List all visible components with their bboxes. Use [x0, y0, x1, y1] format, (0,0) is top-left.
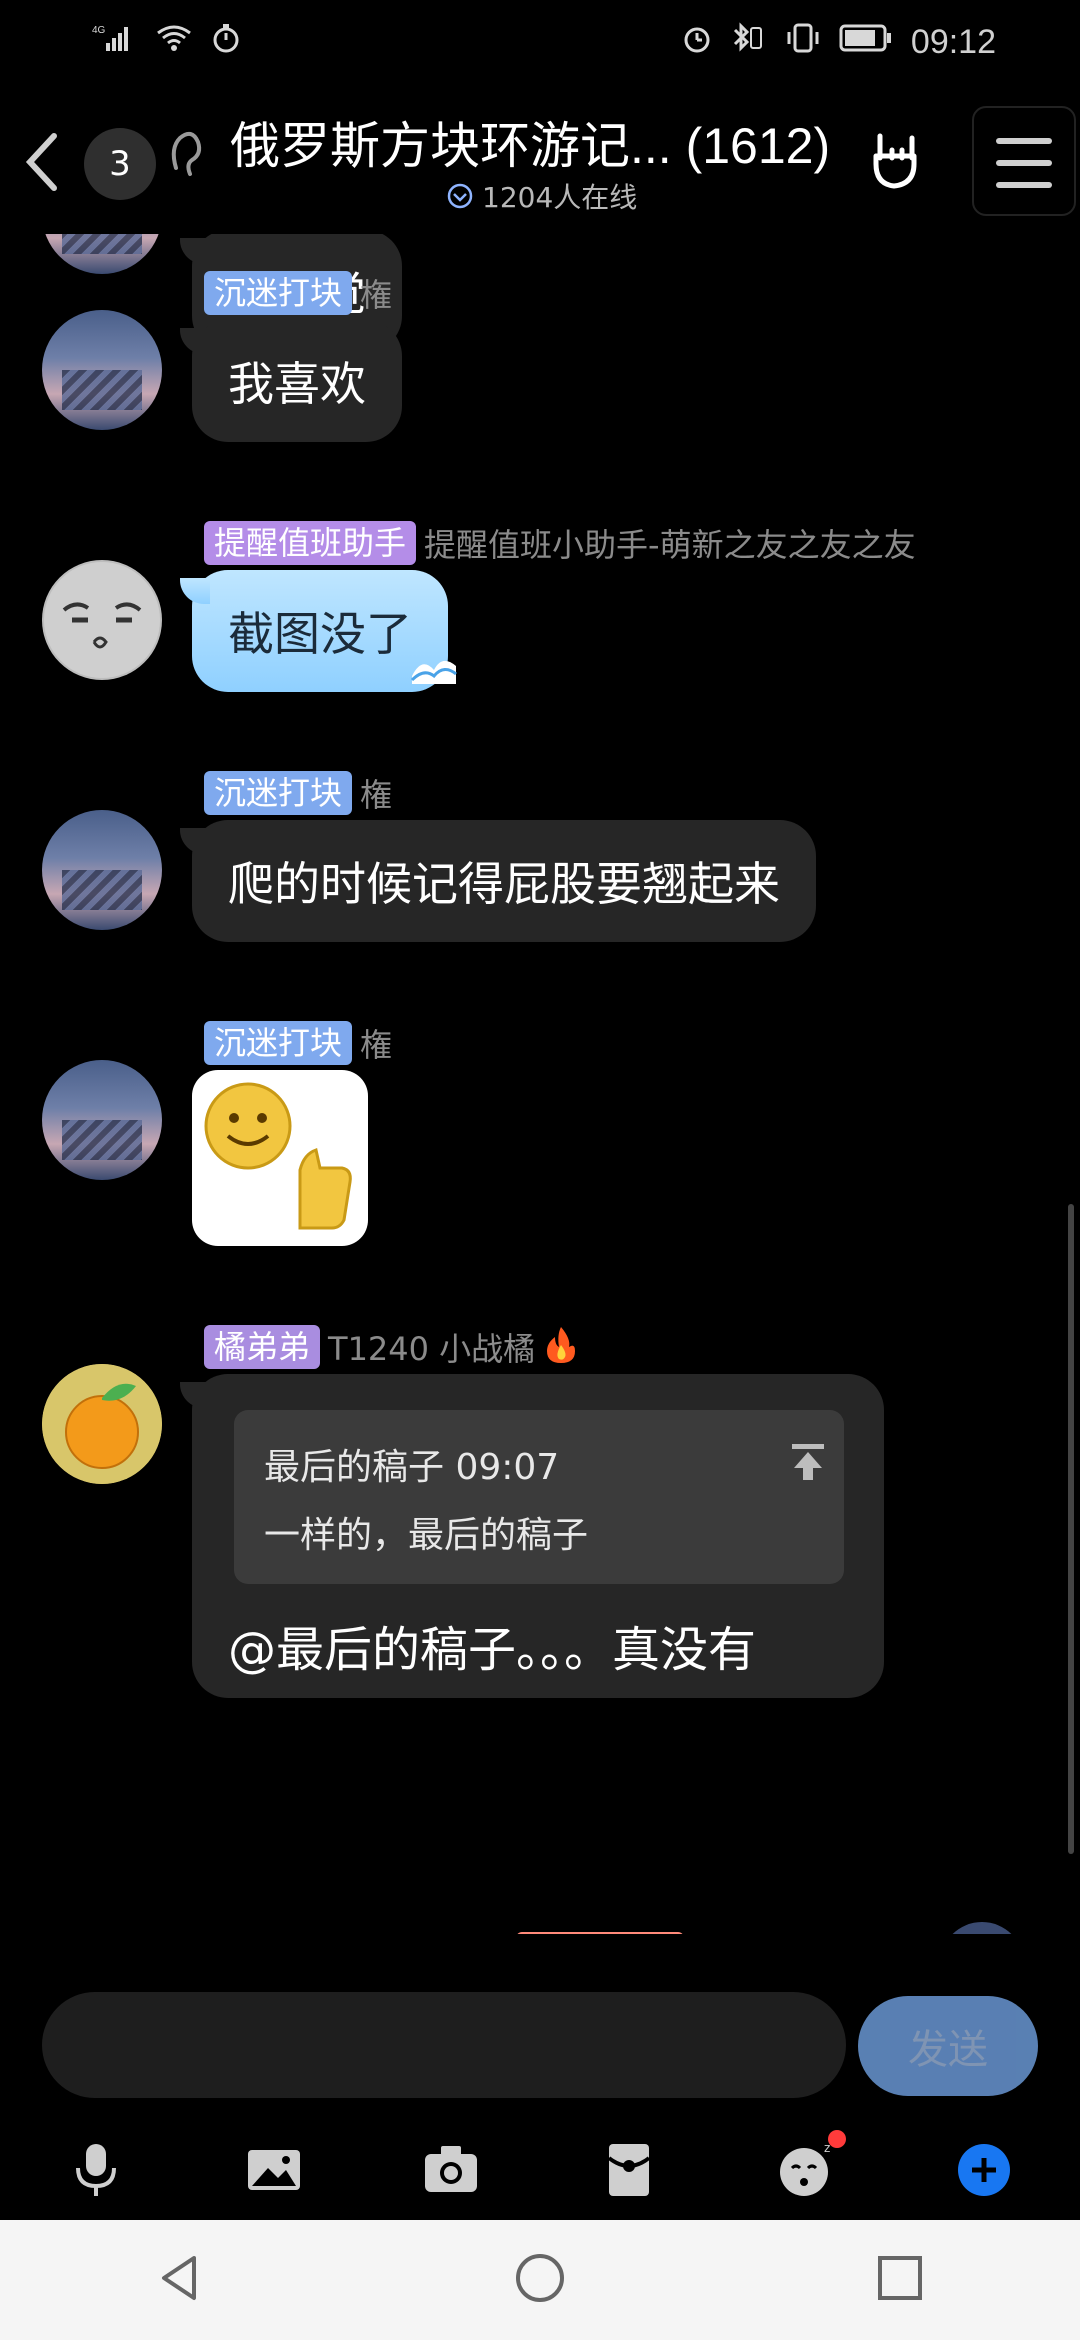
wave-decoration-icon [410, 660, 457, 684]
red-packet-icon[interactable] [597, 2138, 661, 2202]
quote-reply-bubble[interactable]: 最后的稿子 09:07 一样的，最后的稿子 @最后的稿子。。。真没有 [180, 1374, 884, 1698]
message-bubble[interactable]: 我喜欢 [180, 320, 402, 442]
sticker-image[interactable] [192, 1070, 368, 1246]
sender-name[interactable]: 提醒值班小助手-萌新之友之友之友 [424, 520, 916, 566]
nav-recents-button[interactable] [870, 2248, 930, 2312]
menu-button[interactable] [972, 106, 1076, 216]
member-tag: 橘弟弟 [204, 1325, 321, 1369]
timer-icon [212, 23, 240, 61]
scrollbar[interactable] [1068, 1204, 1074, 1854]
triangle-back-icon [162, 2256, 196, 2300]
circle-home-icon [516, 2254, 564, 2302]
send-button[interactable]: 发送 [858, 1996, 1038, 2096]
message-meta: 橘弟弟 T1240 小战橘 [204, 1324, 579, 1370]
message-meta: 提醒值班助手 提醒值班小助手-萌新之友之友之友 [204, 520, 916, 566]
avatar[interactable] [42, 1060, 162, 1180]
menu-icon [996, 138, 1052, 144]
signal-icon: 4G [92, 23, 136, 61]
network-label: 4G [92, 25, 106, 36]
image-icon[interactable] [242, 2138, 306, 2202]
thumbs-up-smiley-sticker [204, 1082, 352, 1230]
member-tag: 沉迷打块 [204, 271, 353, 315]
composer-toolbar: z [0, 2120, 1080, 2220]
sender-name[interactable]: 権 [360, 770, 392, 816]
camera-icon[interactable] [419, 2138, 483, 2202]
rock-hand-icon[interactable] [862, 128, 926, 192]
member-tag: 沉迷打块 [204, 1021, 353, 1065]
message-meta: 沉迷打块 権 [204, 270, 392, 316]
message-meta: 沉迷打块 権 [204, 1020, 392, 1066]
wifi-icon [154, 23, 194, 61]
notification-dot [828, 2130, 847, 2148]
member-tag: 提醒值班助手 [204, 521, 417, 565]
fire-icon [543, 1325, 579, 1369]
message-text: 截图没了 [228, 607, 412, 661]
message-input[interactable] [42, 1992, 846, 2098]
orange-avatar-image [42, 1364, 162, 1484]
chat-header: 3 俄罗斯方块环游记... (1612) 1204人在线 [0, 84, 1080, 234]
quoted-text: 一样的，最后的稿子 [264, 1515, 589, 1556]
nav-home-button[interactable] [510, 2248, 570, 2312]
message-list[interactable]: 很自觉 沉迷打块 権 我喜欢 提醒值班助手 提醒值班小助手-萌新之友之友之友 [0, 234, 1080, 1934]
bluetooth-icon [731, 22, 767, 62]
emoji-icon[interactable]: z [774, 2130, 847, 2202]
sender-name[interactable]: 権 [360, 270, 392, 316]
online-status: 1204人在线 [446, 176, 637, 216]
ear-icon[interactable] [166, 124, 206, 184]
message-bubble[interactable]: 爬的时候记得屁股要翘起来 [180, 820, 816, 942]
avatar[interactable] [940, 1922, 1024, 1934]
group-title[interactable]: 俄罗斯方块环游记... (1612) [230, 106, 830, 178]
avatar[interactable] [42, 234, 162, 274]
reply-text: @最后的稿子。。。真没有 [228, 1622, 757, 1678]
nav-back-button[interactable] [150, 2248, 210, 2312]
partial-message-row [0, 1916, 1080, 1934]
avatar[interactable] [42, 810, 162, 930]
clock: 09:12 [910, 22, 996, 61]
message-bubble[interactable]: 截图没了 [180, 570, 457, 692]
back-button[interactable] [18, 122, 68, 202]
quoted-header: 最后的稿子 09:07 [264, 1447, 560, 1488]
face-avatar-image [44, 562, 160, 678]
jump-to-top-icon[interactable] [786, 1440, 830, 1484]
online-count: 1204人在线 [482, 181, 638, 214]
composer: 发送 [0, 1992, 1080, 2102]
sender-name[interactable]: 権 [360, 1020, 392, 1066]
avatar[interactable] [42, 1364, 162, 1484]
quoted-message[interactable]: 最后的稿子 09:07 一样的，最后的稿子 [234, 1410, 844, 1584]
vibrate-icon [785, 22, 821, 62]
plus-icon[interactable] [952, 2138, 1016, 2202]
battery-icon [839, 24, 893, 60]
microphone-icon[interactable] [64, 2138, 128, 2202]
unread-count-badge[interactable]: 3 [84, 128, 156, 200]
avatar[interactable] [42, 310, 162, 430]
status-bar: 4G 09:12 [0, 0, 1080, 84]
sender-name[interactable]: T1240 小战橘 [328, 1324, 535, 1370]
member-tag: 沉迷打块 [204, 771, 353, 815]
system-navigation-bar [0, 2220, 1080, 2340]
message-meta: 沉迷打块 権 [204, 770, 392, 816]
avatar[interactable] [42, 560, 162, 680]
square-recents-icon [878, 2256, 922, 2300]
member-tag [516, 1932, 684, 1934]
chevron-left-icon [25, 133, 57, 191]
chevron-circle-icon [447, 183, 473, 209]
alarm-icon [681, 22, 713, 62]
